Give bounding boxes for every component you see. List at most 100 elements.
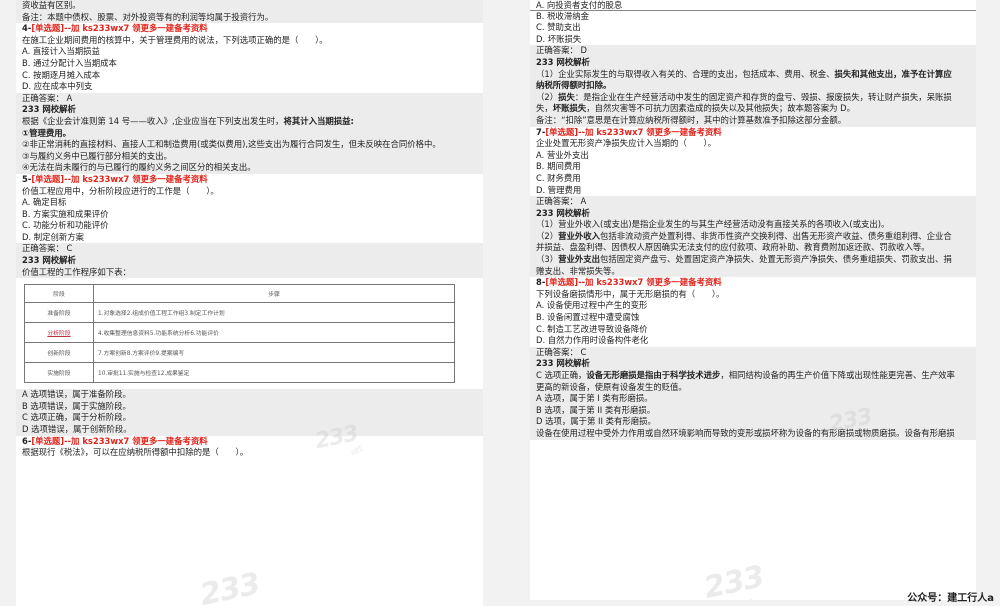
question-stem: 价值工程应用中，分析阶段应进行的工作是（ ）。: [22, 185, 219, 196]
analysis-line: 备注：“扣除”意思是在计算应纳税所得额时，其中的计算基数准予扣除这部分金额。: [530, 114, 976, 127]
analysis-line: B 选项，属于第 II 类有形磨损。: [530, 404, 976, 417]
table-cell-stage: 分析阶段: [24, 322, 94, 344]
table-cell-steps: 10.审批11.实施与检查12.成果鉴定: [93, 362, 455, 384]
table-cell-steps: 1.对象选择2.组成价值工程工作组3.制定工作计划: [93, 302, 455, 324]
analysis-bold: 纳税所得额时扣除。: [536, 80, 612, 91]
question-stem: 根据现行《税法》，可以在应纳税所得额中扣除的是（ ）。: [22, 447, 249, 458]
option: B. 通过分配计入当期成本: [22, 57, 117, 68]
analysis-point: ①管理费用。: [16, 127, 483, 140]
option: D. 自然力作用时设备构件老化: [536, 335, 649, 346]
analysis-line: 纳税所得额时扣除。: [530, 80, 976, 92]
analysis-title: 233 网校解析: [16, 255, 483, 267]
analysis-text: 失，: [536, 103, 553, 114]
question-type: [单选题]: [31, 23, 65, 34]
promo-text: --加 ks233wx7 领更多一建备考资料: [578, 277, 722, 288]
option: D. 制定创新方案: [22, 231, 85, 242]
table-cell-steps: 7.方案创新8.方案评价9.提案编写: [93, 342, 455, 364]
analysis-point: ③与履约义务中已履行部分相关的支出。: [16, 150, 483, 163]
analysis-text: 并损益、盘盈利得、因债权人原因确实无法支付的应付款项、政府补助、教育费附加返还款…: [536, 242, 930, 253]
analysis-line: D 选项，属于第 II 类有形磨损。: [530, 416, 976, 428]
analysis-bold: 坏账损失: [552, 103, 587, 114]
left-page: 资收益有区别。 备注：本题中债权、股票、对外投资等有的利润等均属于投资行为。 4…: [16, 0, 483, 606]
analysis-text: 更高的新设备，使原有设备发生的贬值。: [536, 381, 687, 392]
analysis-bold: 设备无形磨损是指由于科学技术进步: [586, 370, 721, 380]
correct-answer: 正确答案： A: [16, 92, 483, 105]
analysis-bold: 营业外收入: [558, 230, 600, 241]
analysis-text: 备注：“扣除”意思是在计算应纳税所得额时，其中的计算基数准予扣除这部分金额。: [536, 114, 847, 125]
analysis-text: ，自然灾害等不可抗力因素造成的损失以及其他损失；故本题答案为 D。: [586, 103, 855, 114]
promo-text: --加 ks233wx7 领更多一建备考资料: [64, 23, 208, 34]
option: C. 财务费用: [536, 172, 581, 183]
option: B. 方案实施和成果评价: [22, 208, 109, 219]
analysis-text: （2）: [536, 230, 559, 241]
question-stem: 下列设备磨损情形中，属于无形磨损的有（ ）。: [536, 288, 725, 299]
option: D. 应在成本中列支: [22, 81, 93, 92]
correct-answer: 正确答案： D: [530, 45, 976, 57]
option: C. 赞助支出: [536, 22, 581, 33]
analysis-text: 根据《企业会计准则第 14 号——收入》,企业应当在下列支出发生时，: [22, 115, 284, 126]
watermark-logo: 233网校: [826, 404, 878, 441]
option: D. 坏账损失: [536, 33, 582, 44]
table-row: 准备阶段 1.对象选择2.组成价值工程工作组3.制定工作计划: [24, 302, 455, 324]
promo-text: --加 ks233wx7 领更多一建备考资料: [578, 126, 722, 137]
analysis-text: 包括固定资产盘亏、处置固定资产净损失、处置无形资产净损失、债务重组损失、罚款支出…: [599, 254, 952, 265]
analysis-text: （2）: [536, 91, 559, 102]
analysis-text: （1）营业外收入(或支出)是指企业发生的与其生产经营活动没有直接关系的各项收入(…: [536, 219, 890, 230]
analysis-text: A 选项，属于第 I 类有形磨损。: [536, 393, 653, 404]
analysis-text: （1）企业实际发生的与取得收入有关的、合理的支出，包括成本、费用、税金、: [536, 68, 835, 79]
question-header-5: 5-[单选题]--加 ks233wx7 领更多一建备考资料: [16, 174, 483, 186]
table-header-row: 阶段 步骤: [24, 284, 455, 304]
analysis-text: 设备在使用过程中受外力作用或自然环境影响而导致的变形或损坏称为设备的有形磨损或物…: [536, 427, 955, 438]
analysis-title: 233 网校解析: [530, 358, 976, 370]
analysis-text: B 选项，属于第 II 类有形磨损。: [536, 404, 656, 415]
table-header: 阶段: [24, 284, 94, 304]
option: D. 管理费用: [536, 184, 582, 195]
promo-text: --加 ks233wx7 领更多一建备考资料: [64, 435, 208, 446]
question-number: 5-: [22, 173, 32, 184]
table-row: 实施阶段 10.审批11.实施与检查12.成果鉴定: [24, 362, 455, 384]
explain-line: A 选项错误，属于准备阶段。: [16, 389, 483, 401]
analysis-line: （2）营业外收入包括非流动资产处置利得、非货币性资产交换利得、出售无形资产收益、…: [530, 230, 976, 243]
analysis-title: 233 网校解析: [16, 104, 483, 116]
table-cell-steps: 4.收集整理信息资料5.功能系统分析6.功能评价: [93, 322, 455, 344]
question-type: [单选题]: [31, 435, 65, 446]
analysis-line: 失，坏账损失，自然灾害等不可抗力因素造成的损失以及其他损失；故本题答案为 D。: [530, 103, 976, 115]
option: A. 营业外支出: [536, 149, 589, 160]
analysis-text: ：是指企业在生产经营活动中发生的固定资产和存货的盘亏、毁损、报废损失，转让财产损…: [574, 91, 952, 102]
question-number: 6-: [22, 435, 32, 446]
explain-line: D 选项错误，属于创新阶段。: [16, 424, 483, 436]
analysis-line: 并损益、盘盈利得、因债权人原因确实无法支付的应付款项、政府补助、教育费附加返还款…: [530, 242, 976, 255]
analysis-bold: 营业外支出: [558, 254, 600, 265]
footer-account-label: 公众号：建工行人a: [907, 593, 994, 604]
option: A. 设备使用过程中产生的变形: [536, 300, 648, 311]
question-header-6: 6-[单选题]--加 ks233wx7 领更多一建备考资料: [16, 436, 483, 448]
analysis-bold: 损失: [834, 68, 852, 79]
analysis-line: 更高的新设备，使原有设备发生的贬值。: [530, 381, 976, 394]
explain-line: B 选项错误，属于实施阶段。: [16, 400, 483, 413]
analysis-line: A 选项，属于第 I 类有形磨损。: [530, 393, 976, 405]
analysis-line: （1）营业外收入(或支出)是指企业发生的与其生产经营活动没有直接关系的各项收入(…: [530, 219, 976, 231]
analysis-line: 价值工程的工作程序如下表：: [16, 266, 483, 279]
analysis-point: ②非正常消耗的直接材料、直接人工和制造费用(或类似费用),这些支出为履行合同发生…: [16, 139, 483, 151]
analysis-title: 233 网校解析: [530, 56, 976, 69]
analysis-text: （3）: [536, 254, 559, 265]
analysis-line: 设备在使用过程中受外力作用或自然环境影响而导致的变形或损坏称为设备的有形磨损或物…: [530, 427, 976, 440]
intro-line: 资收益有区别。: [16, 0, 483, 12]
option: C. 按期逐月摊入成本: [22, 69, 101, 80]
watermark-logo: 233网校: [312, 421, 364, 458]
analysis-text: 包括非流动资产处置利得、非货币性资产交换利得、出售无形资产收益、债务重组利得、企…: [599, 230, 952, 241]
table-row: 分析阶段 4.收集整理信息资料5.功能系统分析6.功能评价: [24, 322, 455, 344]
right-page: A. 向投资者支付的股息 B. 税收滞纳金 C. 赞助支出 D. 坏账损失 正确…: [530, 0, 976, 600]
analysis-line: （1）企业实际发生的与取得收入有关的、合理的支出，包括成本、费用、税金、损失和其…: [530, 68, 976, 81]
correct-answer: 正确答案： C: [16, 243, 483, 256]
analysis-bold: 损失: [558, 91, 575, 102]
question-number: 8-: [536, 277, 546, 288]
question-header-7: 7-[单选题]--加 ks233wx7 领更多一建备考资料: [530, 127, 976, 139]
explain-line: C 选项正确，属于分析阶段。: [16, 412, 483, 425]
watermark-logo: 233网校: [700, 559, 767, 600]
analysis-line: 赠支出、非常损失等。: [530, 265, 976, 278]
option: B. 设备闲置过程中遭受腐蚀: [536, 312, 640, 323]
option: A. 直接计入当期损益: [22, 46, 100, 57]
analysis-text: 赠支出、非常损失等。: [536, 265, 620, 276]
question-type: [单选题]: [545, 126, 579, 137]
